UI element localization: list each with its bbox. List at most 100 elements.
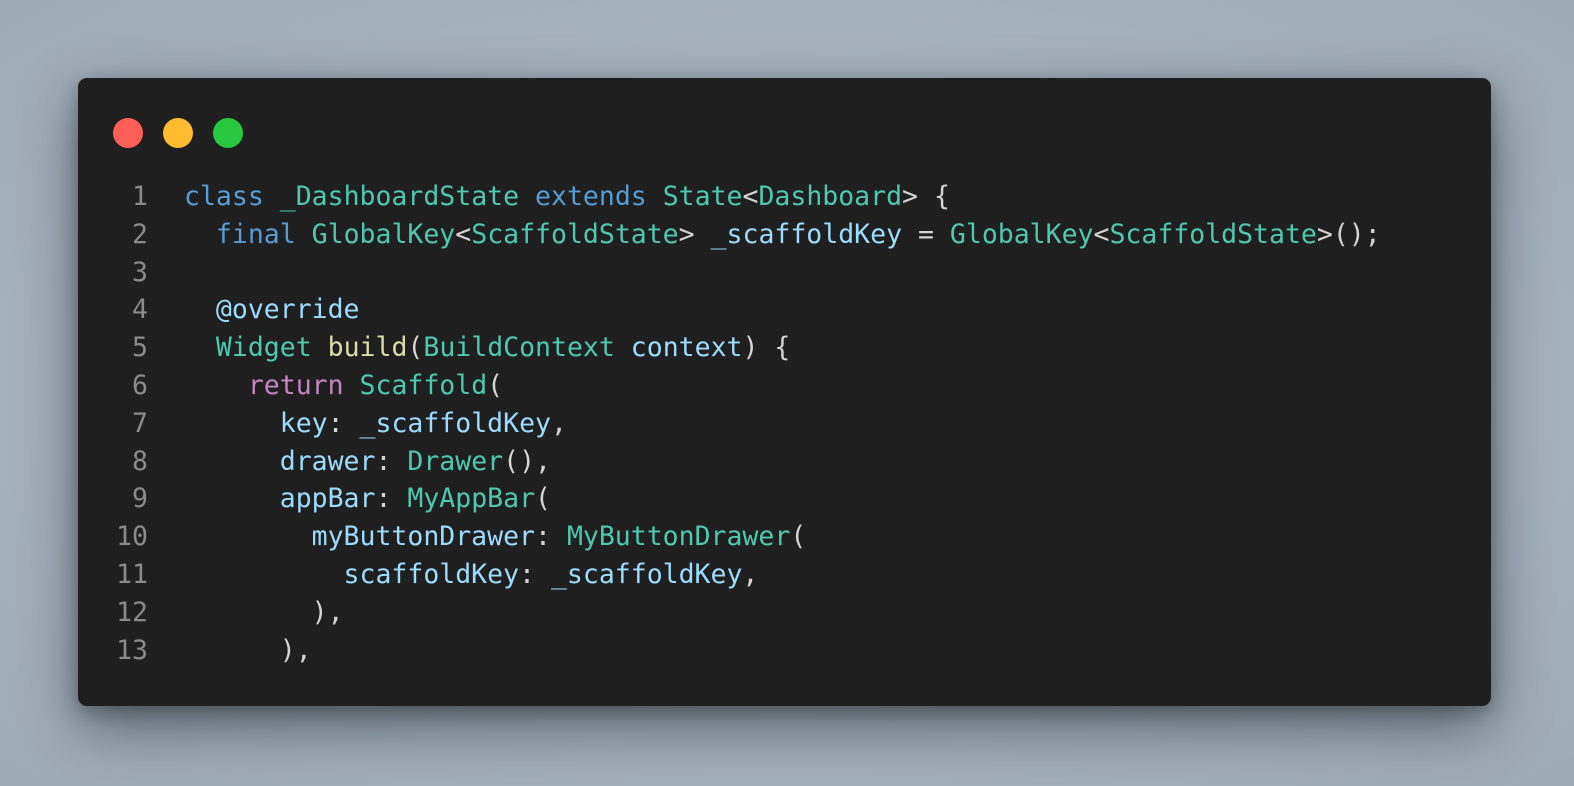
code-line: 6 return Scaffold(: [78, 367, 1491, 405]
code-token: _scaffoldKey: [550, 558, 743, 590]
code-token: scaffoldKey: [343, 558, 520, 590]
line-number: 2: [132, 218, 148, 250]
code-token: :: [535, 521, 567, 553]
line-number: 4: [132, 294, 148, 326]
line-number: 11: [116, 558, 148, 590]
code-line: 10 myButtonDrawer: MyButtonDrawer(: [78, 518, 1491, 556]
code-token: MyButtonDrawer: [566, 521, 791, 553]
code-token: return: [247, 369, 344, 401]
code-line: 3: [78, 254, 1491, 292]
line-number: 6: [132, 369, 148, 401]
code-token: ScaffoldState: [1109, 218, 1317, 250]
line-number: 3: [132, 256, 148, 288]
code-token: (),: [503, 445, 551, 477]
code-token: ,: [550, 407, 567, 439]
code-token: ),: [311, 596, 344, 628]
code-token: <: [455, 218, 472, 250]
code-window: 1 class _DashboardState extends State<Das…: [78, 78, 1491, 706]
code-token: <: [1093, 218, 1110, 250]
line-source: appBar: MyAppBar(: [184, 480, 551, 518]
code-token: >: [678, 218, 711, 250]
code-token: Drawer: [407, 445, 504, 477]
code-line: 9 appBar: MyAppBar(: [78, 480, 1491, 518]
code-line: 7 key: _scaffoldKey,: [78, 405, 1491, 443]
line-source: @override: [184, 291, 360, 329]
code-token: _DashboardState: [279, 181, 520, 212]
close-button[interactable]: [113, 118, 143, 148]
code-line: 5 Widget build(BuildContext context) {: [78, 329, 1491, 367]
code-token: drawer: [279, 445, 376, 477]
code-token: final: [215, 218, 296, 250]
code-token: :: [327, 407, 360, 439]
code-token: (: [487, 369, 504, 401]
line-number: 9: [132, 483, 148, 515]
code-token: > {: [902, 181, 950, 212]
line-number: 1: [132, 181, 148, 212]
code-token: myButtonDrawer: [311, 521, 536, 553]
code-token: key: [279, 407, 328, 439]
code-token: Scaffold: [359, 369, 488, 401]
code-line: 4 @override: [78, 291, 1491, 329]
code-line: 13 ),: [78, 632, 1491, 670]
code-line: 2 final GlobalKey<ScaffoldState> _scaffo…: [78, 216, 1491, 254]
code-token: Widget: [215, 332, 312, 364]
line-source: Widget build(BuildContext context) {: [184, 329, 790, 367]
line-number: 10: [116, 521, 148, 553]
line-source: ),: [184, 632, 312, 670]
code-token: GlobalKey: [311, 218, 456, 250]
code-token: >();: [1316, 218, 1381, 250]
code-token: extends: [535, 181, 647, 212]
code-token: ),: [279, 634, 312, 666]
line-source: return Scaffold(: [184, 367, 503, 405]
line-source: scaffoldKey: _scaffoldKey,: [184, 556, 759, 594]
code-token: @override: [215, 294, 360, 326]
line-source: class _DashboardState extends State<Dash…: [184, 178, 950, 216]
code-token: (: [407, 332, 424, 364]
line-number: 13: [116, 634, 148, 666]
line-source: ),: [184, 594, 344, 632]
code-token: :: [519, 558, 551, 590]
code-token: <: [742, 181, 759, 212]
line-source: final GlobalKey<ScaffoldState> _scaffold…: [184, 216, 1381, 254]
code-token: _scaffoldKey: [710, 218, 903, 250]
code-token: BuildContext: [423, 332, 615, 364]
line-source: myButtonDrawer: MyButtonDrawer(: [184, 518, 807, 556]
code-token: :: [375, 445, 408, 477]
code-editor[interactable]: 1 class _DashboardState extends State<Das…: [78, 178, 1491, 669]
line-number: 8: [132, 445, 148, 477]
code-token: State: [662, 181, 743, 212]
code-token: ) {: [742, 332, 791, 364]
code-token: :: [375, 483, 408, 515]
code-token: context: [630, 332, 743, 364]
code-token: Dashboard: [758, 181, 903, 212]
line-number: 12: [116, 596, 148, 628]
line-source: drawer: Drawer(),: [184, 443, 551, 481]
code-token: _scaffoldKey: [359, 407, 551, 439]
code-token: (: [790, 521, 807, 553]
maximize-button[interactable]: [213, 118, 243, 148]
line-number: 7: [132, 407, 148, 439]
code-token: =: [902, 218, 950, 250]
code-token: build: [327, 332, 408, 364]
code-token: (: [535, 483, 551, 515]
code-token: class: [184, 181, 264, 212]
line-number: 5: [132, 332, 148, 364]
minimize-button[interactable]: [163, 118, 193, 148]
code-line: 1 class _DashboardState extends State<Das…: [78, 178, 1491, 216]
